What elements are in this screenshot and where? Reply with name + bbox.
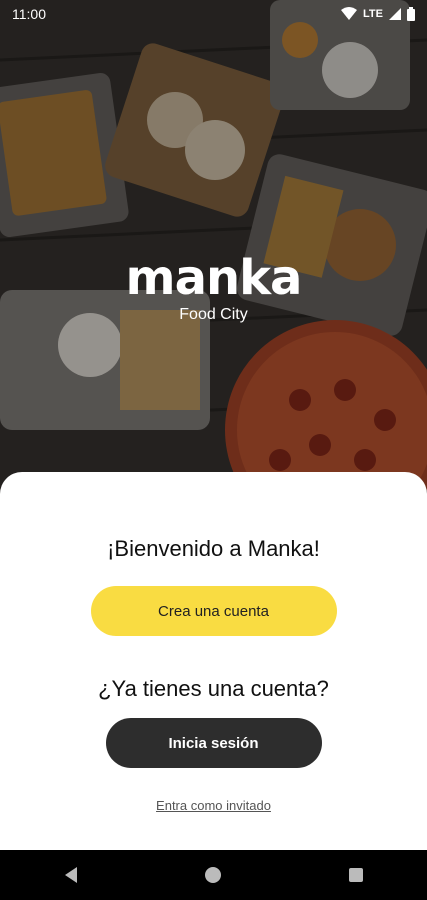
wifi-icon bbox=[341, 7, 358, 21]
signal-icon bbox=[389, 8, 401, 20]
status-time: 11:00 bbox=[12, 6, 46, 22]
status-bar: 11:00 LTE bbox=[0, 0, 427, 28]
welcome-sheet: ¡Bienvenido a Manka! Crea una cuenta ¿Ya… bbox=[0, 472, 427, 850]
have-account-text: ¿Ya tienes una cuenta? bbox=[98, 676, 329, 701]
welcome-title: ¡Bienvenido a Manka! bbox=[107, 536, 320, 561]
status-icons: LTE bbox=[341, 7, 415, 21]
battery-icon bbox=[407, 7, 415, 21]
network-type: LTE bbox=[363, 8, 383, 20]
brand-tagline: Food City bbox=[179, 306, 248, 323]
create-account-button[interactable]: Crea una cuenta bbox=[90, 586, 337, 636]
login-button[interactable]: Inicia sesión bbox=[105, 718, 322, 768]
system-nav-bar bbox=[0, 850, 427, 900]
home-icon[interactable] bbox=[193, 855, 233, 895]
brand-block: manka Food City bbox=[0, 252, 427, 324]
back-icon[interactable] bbox=[51, 855, 91, 895]
guest-link[interactable]: Entra como invitado bbox=[0, 798, 427, 813]
recents-icon[interactable] bbox=[336, 855, 376, 895]
manka-logo: manka bbox=[125, 250, 303, 306]
